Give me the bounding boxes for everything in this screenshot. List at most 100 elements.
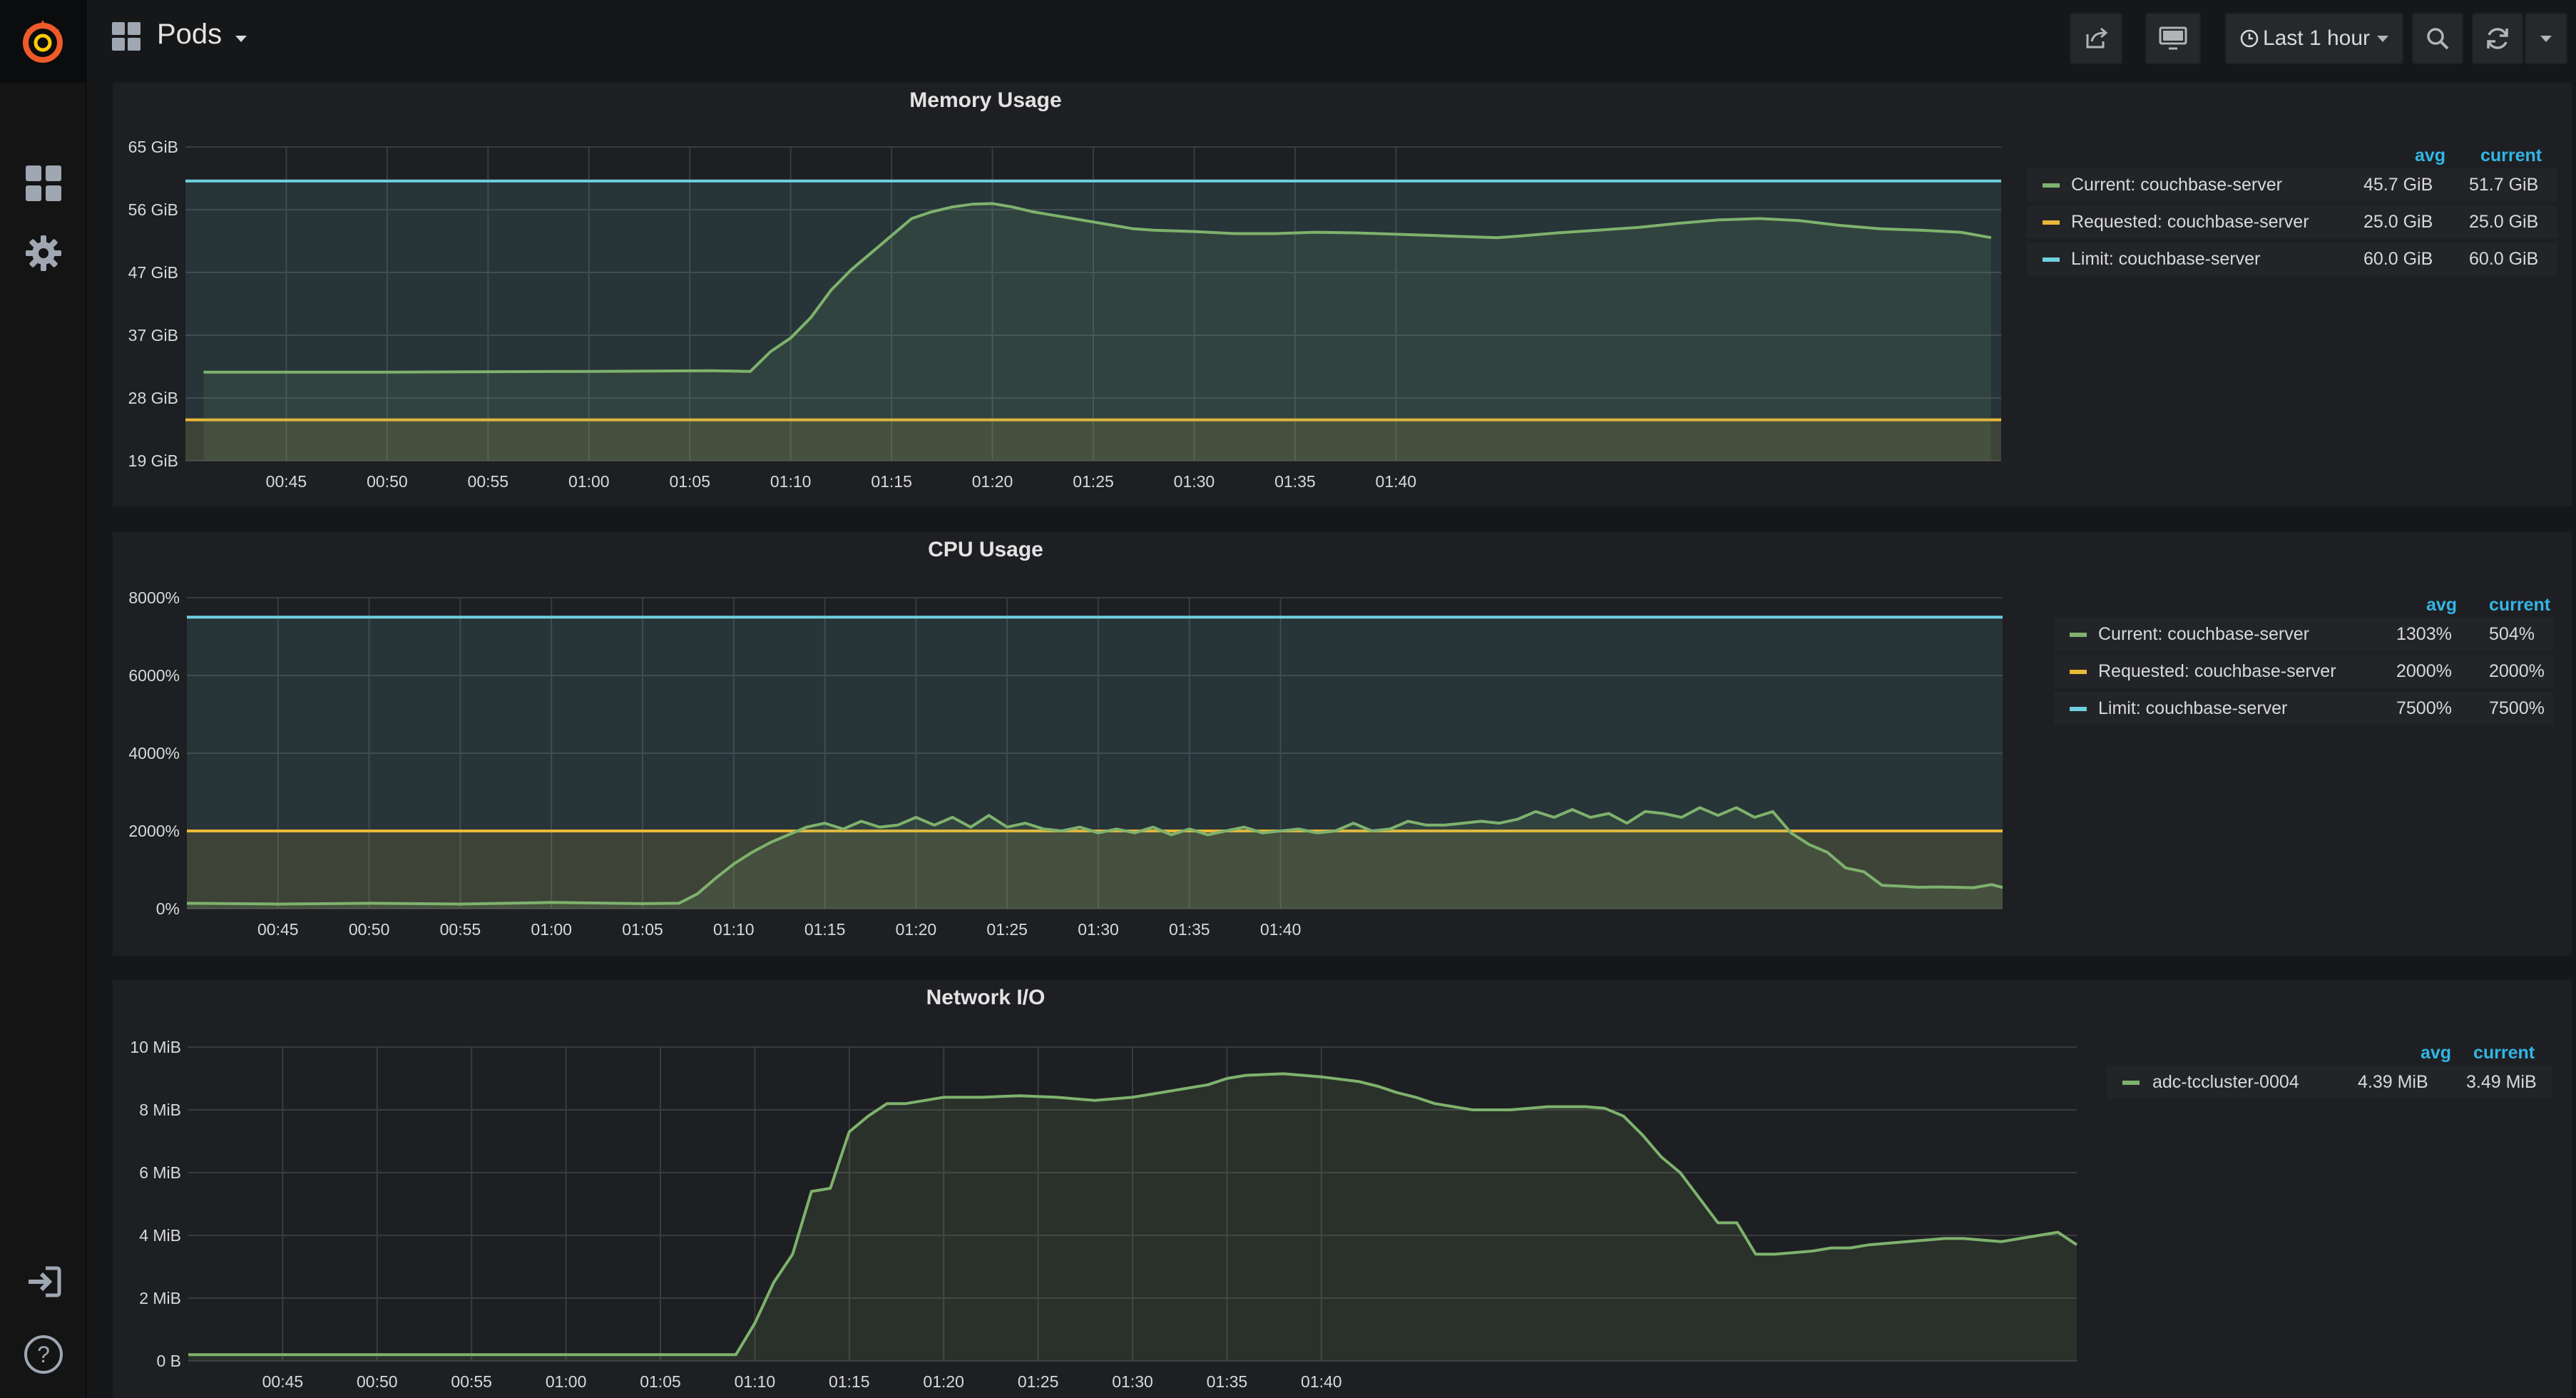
y-tick-label: 8000%: [128, 588, 180, 607]
legend-series-name: Requested: couchbase-server: [2071, 212, 2309, 232]
cpu-usage-chart[interactable]: 0% 2000% 4000% 6000% 8000% 00:45 00:50 00:55 01:…: [113, 532, 2003, 956]
y-tick-label: 4 MiB: [139, 1226, 181, 1245]
y-tick-label: 2 MiB: [139, 1289, 181, 1307]
x-tick-label: 01:10: [713, 920, 755, 939]
legend-series-name: Current: couchbase-server: [2098, 624, 2309, 644]
x-tick-label: 01:10: [735, 1372, 776, 1391]
legend-item-limit[interactable]: Limit: couchbase-server 7500% 7500%: [2054, 692, 2553, 725]
x-tick-label: 01:30: [1112, 1372, 1153, 1391]
x-tick-label: 01:30: [1078, 920, 1119, 939]
y-tick-label: 47 GiB: [128, 263, 178, 282]
grafana-logo[interactable]: [0, 0, 86, 83]
legend-avg-value: 60.0 GiB: [2363, 249, 2433, 269]
series-color-swatch[interactable]: [2043, 183, 2060, 188]
x-tick-label: 00:50: [367, 472, 408, 491]
legend-current-value: 7500%: [2489, 698, 2545, 718]
memory-usage-panel: Memory Usage 19 GiB 28 GiB 37 GiB 47 GiB 56 …: [113, 83, 2572, 506]
legend-avg-value: 25.0 GiB: [2363, 212, 2433, 232]
x-tick-label: 01:30: [1174, 472, 1215, 491]
x-tick-label: 01:35: [1169, 920, 1210, 939]
series-color-swatch[interactable]: [2043, 220, 2060, 225]
x-tick-label: 01:15: [804, 920, 846, 939]
series-color-swatch[interactable]: [2043, 257, 2060, 262]
x-tick-label: 00:55: [468, 472, 509, 491]
series-color-swatch[interactable]: [2070, 633, 2087, 637]
memory-legend: avg current Current: couchbase-server 45…: [2027, 146, 2562, 288]
y-tick-label: 56 GiB: [128, 200, 178, 219]
share-icon: [2086, 27, 2108, 49]
cpu-usage-panel: CPU Usage 0% 2000% 4000% 6000% 8000% 00:45 00:…: [113, 532, 2572, 956]
x-tick-label: 01:15: [829, 1372, 870, 1391]
time-range-picker[interactable]: Last 1 hour: [2225, 13, 2403, 64]
legend-item-current[interactable]: Current: couchbase-server 45.7 GiB 51.7 …: [2027, 168, 2557, 201]
legend-item-current[interactable]: Current: couchbase-server 1303% 504%: [2054, 618, 2553, 650]
x-tick-label: 01:05: [622, 920, 663, 939]
x-tick-label: 01:20: [923, 1372, 964, 1391]
series-color-swatch[interactable]: [2070, 707, 2087, 711]
x-tick-label: 01:40: [1301, 1372, 1342, 1391]
x-tick-label: 01:00: [531, 920, 572, 939]
chevron-down-icon: [2540, 35, 2552, 42]
sign-in-icon[interactable]: [19, 1257, 68, 1307]
legend-current-value: 2000%: [2489, 661, 2545, 681]
y-tick-label: 6000%: [128, 666, 180, 685]
legend-item-requested[interactable]: Requested: couchbase-server 25.0 GiB 25.…: [2027, 205, 2557, 238]
legend-avg-value: 7500%: [2396, 698, 2452, 718]
x-tick-label: 00:55: [440, 920, 481, 939]
network-io-chart[interactable]: 0 B 2 MiB 4 MiB 6 MiB 8 MiB 10 MiB 00:45 00:50 0…: [113, 980, 2081, 1398]
x-tick-label: 01:05: [640, 1372, 681, 1391]
x-tick-label: 00:50: [357, 1372, 398, 1391]
legend-current-value: 60.0 GiB: [2469, 249, 2539, 269]
legend-item-limit[interactable]: Limit: couchbase-server 60.0 GiB 60.0 Gi…: [2027, 243, 2557, 275]
x-tick-label: 01:35: [1274, 472, 1316, 491]
x-tick-label: 00:45: [262, 1372, 304, 1391]
dashboard-title[interactable]: Pods: [157, 19, 222, 51]
legend-series-name: adc-tccluster-0004: [2152, 1072, 2299, 1092]
x-tick-label: 00:50: [349, 920, 390, 939]
legend-avg-header[interactable]: avg: [2421, 1043, 2451, 1063]
network-legend: avg current adc-tccluster-0004 4.39 MiB …: [2107, 1043, 2556, 1128]
cpu-legend: avg current Current: couchbase-server 13…: [2054, 595, 2567, 738]
y-tick-label: 37 GiB: [128, 326, 178, 345]
tv-mode-button[interactable]: [2145, 13, 2201, 64]
configuration-icon[interactable]: [19, 228, 68, 278]
dashboard-title-caret-icon[interactable]: [235, 36, 247, 42]
legend-current-value: 25.0 GiB: [2469, 212, 2539, 232]
time-range-label: Last 1 hour: [2262, 26, 2371, 50]
share-button[interactable]: [2070, 13, 2122, 64]
tv-mode-icon: [2159, 26, 2187, 50]
y-tick-label: 28 GiB: [128, 389, 178, 407]
top-navbar: Pods Last 1 hour: [86, 0, 2576, 76]
refresh-button[interactable]: [2472, 13, 2523, 64]
time-range-caret-icon: [2377, 35, 2389, 42]
legend-current-header[interactable]: current: [2480, 146, 2542, 166]
zoom-out-button[interactable]: [2412, 13, 2463, 64]
refresh-interval-dropdown[interactable]: [2525, 13, 2567, 64]
legend-series-name: Limit: couchbase-server: [2071, 249, 2261, 269]
legend-item-requested[interactable]: Requested: couchbase-server 2000% 2000%: [2054, 655, 2553, 688]
legend-item-adc-tccluster-0004[interactable]: adc-tccluster-0004 4.39 MiB 3.49 MiB: [2107, 1066, 2552, 1098]
memory-usage-chart[interactable]: 19 GiB 28 GiB 37 GiB 47 GiB 56 GiB 65 GiB 00:4…: [113, 83, 2003, 506]
legend-avg-value: 4.39 MiB: [2358, 1072, 2428, 1092]
side-menu: ?: [0, 0, 87, 1398]
y-tick-label: 19 GiB: [128, 451, 178, 470]
x-tick-label: 01:15: [871, 472, 912, 491]
help-icon[interactable]: ?: [19, 1330, 68, 1379]
series-color-swatch[interactable]: [2122, 1081, 2140, 1085]
x-tick-label: 00:45: [257, 920, 299, 939]
dashboard-grid-icon: [112, 22, 140, 51]
legend-avg-value: 45.7 GiB: [2363, 175, 2433, 195]
x-tick-label: 00:45: [266, 472, 307, 491]
x-tick-label: 01:05: [669, 472, 710, 491]
y-tick-label: 65 GiB: [128, 138, 178, 156]
dashboards-icon[interactable]: [19, 158, 68, 208]
legend-current-header[interactable]: current: [2473, 1043, 2535, 1063]
zoom-out-icon: [2427, 28, 2449, 50]
legend-current-value: 3.49 MiB: [2466, 1072, 2537, 1092]
legend-current-header[interactable]: current: [2489, 595, 2550, 616]
legend-avg-header[interactable]: avg: [2426, 595, 2457, 616]
y-tick-label: 4000%: [128, 744, 180, 762]
legend-avg-header[interactable]: avg: [2415, 146, 2445, 166]
y-tick-label: 6 MiB: [139, 1163, 181, 1182]
series-color-swatch[interactable]: [2070, 670, 2087, 674]
